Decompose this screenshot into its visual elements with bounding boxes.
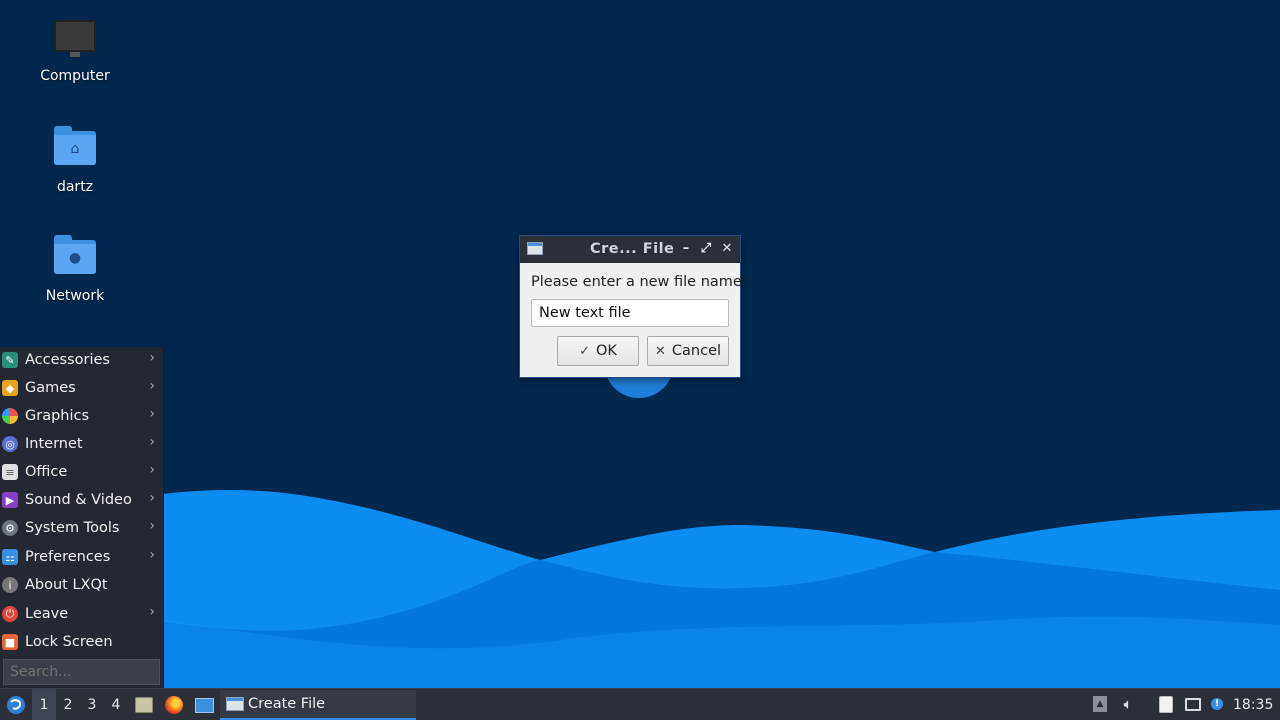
chevron-right-icon: ›: [149, 378, 155, 394]
menu-search-input[interactable]: [3, 659, 160, 685]
dialog-prompt: Please enter a new file name:: [531, 274, 747, 290]
chevron-right-icon: ›: [149, 547, 155, 563]
desktop-icon-label: Network: [45, 288, 105, 304]
filename-input[interactable]: [531, 299, 729, 327]
taskbar: 1 2 3 4 Create File ▲ 🔈︎ ! 18:35: [0, 688, 1280, 720]
internet-icon: ◎: [2, 436, 18, 452]
window-icon: [226, 697, 244, 711]
graphics-icon: [2, 408, 18, 424]
desktop-icon-label: Computer: [40, 68, 110, 84]
desktop-switch-2[interactable]: 2: [56, 689, 80, 720]
chevron-right-icon: ›: [149, 518, 155, 534]
dialog-title: Cre... File: [590, 241, 675, 257]
menu-item-label: Leave: [25, 606, 69, 622]
clipboard-icon[interactable]: [1157, 695, 1175, 713]
chevron-right-icon: ›: [149, 604, 155, 620]
desktop-icon: [194, 697, 214, 713]
info-icon: i: [2, 577, 18, 593]
menu-item-internet[interactable]: ◎ Internet ›: [0, 431, 164, 457]
menu-item-label: Sound & Video: [25, 492, 132, 508]
ok-button[interactable]: ✓ OK: [557, 336, 639, 366]
x-icon: ✕: [654, 343, 666, 359]
desktop-icon-label: dartz: [56, 179, 94, 195]
menu-item-sound-video[interactable]: ▶ Sound & Video ›: [0, 487, 164, 513]
accessories-icon: ✎: [2, 352, 18, 368]
menu-item-label: Lock Screen: [25, 634, 113, 650]
cancel-button-label: Cancel: [671, 343, 722, 359]
task-label: Create File: [248, 696, 326, 712]
chevron-right-icon: ›: [149, 406, 155, 422]
menu-item-graphics[interactable]: Graphics ›: [0, 403, 164, 429]
minimize-icon[interactable]: –: [678, 240, 694, 258]
check-icon: ✓: [579, 343, 590, 359]
cancel-button[interactable]: ✕ Cancel: [647, 336, 729, 366]
notification-icon[interactable]: !: [1208, 695, 1226, 713]
firefox-icon: [165, 696, 183, 714]
create-file-dialog: Cre... File – ⤢ ✕ Please enter a new fil…: [519, 235, 747, 378]
tray-expand-icon[interactable]: ▲: [1091, 695, 1109, 713]
menu-item-about-lxqt[interactable]: i About LXQt: [0, 572, 164, 598]
sound-video-icon: ▶: [2, 492, 18, 508]
menu-item-label: Games: [25, 380, 76, 396]
menu-item-label: Office: [25, 464, 68, 480]
menu-item-label: Preferences: [25, 549, 111, 565]
system-tools-icon: ⚙: [2, 520, 18, 536]
menu-item-games[interactable]: ◆ Games ›: [0, 375, 164, 401]
lxqt-logo-icon: [7, 696, 25, 714]
menu-item-label: System Tools: [25, 520, 120, 536]
menu-item-office[interactable]: ≡ Office ›: [0, 459, 164, 485]
menu-item-label: Graphics: [25, 408, 90, 424]
firefox-launcher[interactable]: [163, 689, 185, 720]
home-folder-icon: ⌂: [53, 126, 97, 175]
window-icon: [527, 242, 543, 255]
menu-item-system-tools[interactable]: ⚙ System Tools ›: [0, 515, 164, 541]
dialog-titlebar[interactable]: Cre... File – ⤢ ✕: [520, 236, 740, 263]
file-manager-launcher[interactable]: [133, 689, 155, 720]
network-folder-icon: ●: [53, 235, 97, 284]
desktop-switch-1[interactable]: 1: [32, 689, 56, 720]
menu-item-preferences[interactable]: ⚏ Preferences ›: [0, 544, 164, 570]
menu-item-label: About LXQt: [25, 577, 108, 593]
chevron-right-icon: ›: [149, 350, 155, 366]
ok-button-label: OK: [595, 343, 617, 359]
desktop-switch-4[interactable]: 4: [104, 689, 128, 720]
chevron-right-icon: ›: [149, 490, 155, 506]
taskbar-window-create-file[interactable]: Create File: [220, 690, 416, 720]
desktop-icon-home[interactable]: ⌂ dartz: [20, 125, 130, 195]
menu-item-label: Internet: [25, 436, 83, 452]
lock-icon: ■: [2, 634, 18, 650]
desktop-icon-computer[interactable]: Computer: [20, 16, 130, 84]
menu-item-label: Accessories: [25, 352, 110, 368]
main-menu-button[interactable]: [2, 689, 30, 720]
desktop-icon-network[interactable]: ● Network: [20, 234, 130, 304]
office-icon: ≡: [2, 464, 18, 480]
menu-item-leave[interactable]: ⏻ Leave ›: [0, 601, 164, 627]
maximize-icon[interactable]: ⤢: [698, 240, 714, 258]
clock[interactable]: 18:35: [1233, 689, 1273, 720]
chevron-right-icon: ›: [149, 434, 155, 450]
network-status-icon[interactable]: [1184, 695, 1202, 713]
menu-item-lock-screen[interactable]: ■ Lock Screen: [0, 629, 164, 655]
games-icon: ◆: [2, 380, 18, 396]
desktop-switch-3[interactable]: 3: [80, 689, 104, 720]
chevron-right-icon: ›: [149, 462, 155, 478]
preferences-icon: ⚏: [2, 549, 18, 565]
volume-icon[interactable]: 🔈︎: [1119, 695, 1137, 713]
application-menu: ✎ Accessories › ◆ Games › Graphics › ◎ I…: [0, 347, 164, 688]
computer-icon: [53, 20, 97, 64]
power-icon: ⏻: [2, 606, 18, 622]
menu-item-accessories[interactable]: ✎ Accessories ›: [0, 347, 164, 373]
file-manager-icon: [135, 697, 153, 713]
close-icon[interactable]: ✕: [719, 240, 735, 258]
show-desktop-button[interactable]: [193, 689, 215, 720]
